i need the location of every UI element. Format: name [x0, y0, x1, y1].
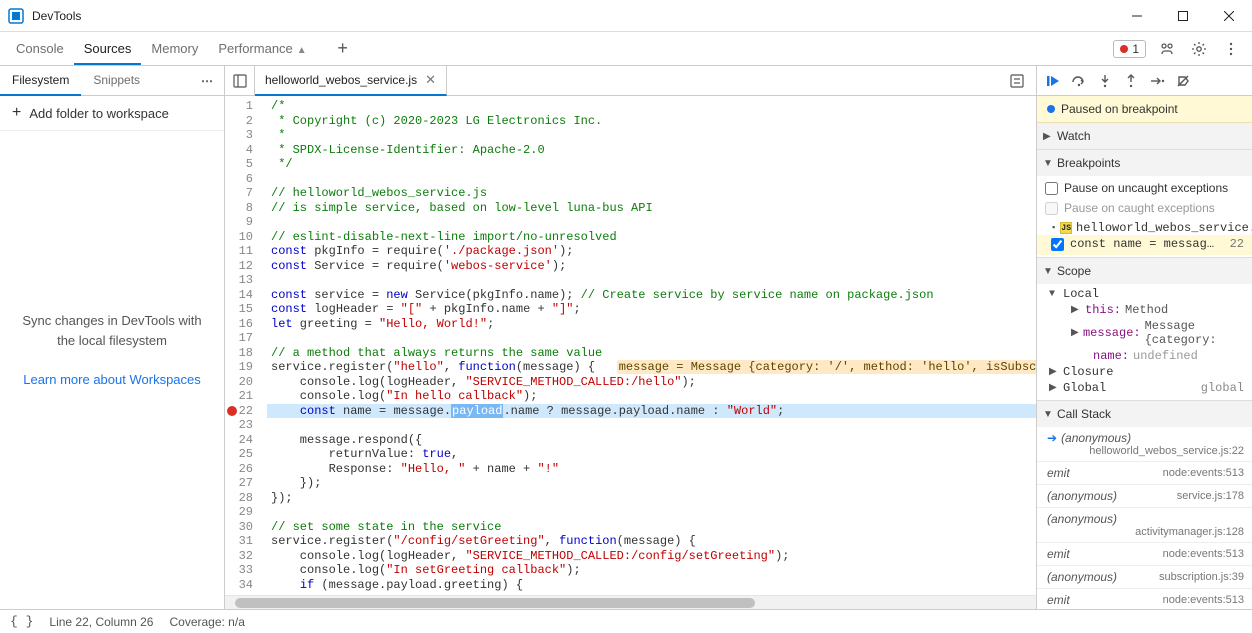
stack-frame[interactable]: (anonymous)service.js:178: [1037, 485, 1252, 508]
scope-name: name: undefined: [1089, 348, 1252, 364]
scope-section-header[interactable]: ▼ Scope: [1037, 258, 1252, 284]
step-over-button[interactable]: [1067, 69, 1091, 93]
add-folder-label: Add folder to workspace: [29, 106, 168, 121]
main-tabbar: ConsoleSourcesMemoryPerformance▲ + 1: [0, 32, 1252, 66]
scope-this[interactable]: ▶this: Method: [1067, 302, 1252, 318]
issues-badge[interactable]: 1: [1113, 40, 1146, 58]
activity-icon[interactable]: [1156, 38, 1178, 60]
chevron-right-icon: ▶: [1043, 131, 1053, 142]
tab-performance[interactable]: Performance▲: [208, 33, 316, 65]
debugger-controls: [1037, 66, 1252, 96]
deactivate-breakpoints-button[interactable]: [1171, 69, 1195, 93]
navigator-panel: FilesystemSnippets ⋯ + Add folder to wor…: [0, 66, 225, 609]
navigator-tabs: FilesystemSnippets ⋯: [0, 66, 224, 96]
breakpoint-file[interactable]: ▪ JS helloworld_webos_service....: [1037, 218, 1252, 235]
navigator-toggle-icon[interactable]: [225, 66, 255, 96]
scope-message[interactable]: ▶message: Message {category:: [1067, 318, 1252, 348]
tab-memory[interactable]: Memory: [141, 33, 208, 65]
pause-uncaught-checkbox[interactable]: Pause on uncaught exceptions: [1037, 178, 1252, 198]
stack-frame[interactable]: emitnode:events:513: [1037, 589, 1252, 609]
issue-count: 1: [1132, 42, 1139, 56]
titlebar: DevTools: [0, 0, 1252, 32]
stack-frame[interactable]: (anonymous)activitymanager.js:128: [1037, 508, 1252, 543]
chevron-down-icon: ▼: [1043, 158, 1053, 169]
breakpoint-checkbox[interactable]: [1051, 238, 1064, 251]
editor-panel: helloworld_webos_service.js ✕ 1234567891…: [225, 66, 1036, 609]
scope-global[interactable]: ▶Global global: [1045, 380, 1252, 396]
tab-sources[interactable]: Sources: [74, 33, 142, 65]
paused-dot-icon: [1047, 105, 1055, 113]
minimize-button[interactable]: [1114, 0, 1160, 32]
breakpoint-entry[interactable]: const name = messag… 22: [1037, 235, 1252, 255]
workspace-sync-message: Sync changes in DevTools with the local …: [0, 311, 224, 350]
breakpoints-section-header[interactable]: ▼ Breakpoints: [1037, 150, 1252, 176]
watch-section-header[interactable]: ▶ Watch: [1037, 123, 1252, 149]
navigator-more-icon[interactable]: ⋯: [191, 74, 224, 88]
pretty-print-icon[interactable]: { }: [10, 614, 33, 629]
pause-caught-checkbox[interactable]: Pause on caught exceptions: [1037, 198, 1252, 218]
paused-label: Paused on breakpoint: [1061, 102, 1178, 116]
navigator-tab-filesystem[interactable]: Filesystem: [0, 66, 81, 96]
js-file-icon: JS: [1060, 222, 1072, 234]
settings-icon[interactable]: [1188, 38, 1210, 60]
scope-closure[interactable]: ▶Closure: [1045, 364, 1252, 380]
breakpoint-marker-icon[interactable]: [227, 406, 237, 416]
add-panel-button[interactable]: +: [329, 35, 357, 63]
stack-frame[interactable]: emitnode:events:513: [1037, 462, 1252, 485]
debugger-panel: Paused on breakpoint ▶ Watch ▼ Breakpoin…: [1036, 66, 1252, 609]
chevron-down-icon: ▼: [1043, 266, 1053, 277]
window-title: DevTools: [32, 9, 1114, 23]
scrollbar-thumb[interactable]: [235, 598, 755, 608]
tab-console[interactable]: Console: [6, 33, 74, 65]
file-tab-close-icon[interactable]: ✕: [425, 72, 436, 88]
close-button[interactable]: [1206, 0, 1252, 32]
stack-frame[interactable]: ➔(anonymous)helloworld_webos_service.js:…: [1037, 427, 1252, 462]
file-tab-label: helloworld_webos_service.js: [265, 73, 417, 87]
plus-icon: +: [12, 104, 21, 122]
file-tab[interactable]: helloworld_webos_service.js ✕: [255, 66, 447, 96]
devtools-icon: [8, 8, 24, 24]
window-controls: [1114, 0, 1252, 32]
record-dot-icon: [1120, 45, 1128, 53]
horizontal-scrollbar[interactable]: [225, 595, 1036, 609]
stack-frame[interactable]: (anonymous)subscription.js:39: [1037, 566, 1252, 589]
step-button[interactable]: [1145, 69, 1169, 93]
editor-more-icon[interactable]: [1006, 70, 1028, 92]
maximize-button[interactable]: [1160, 0, 1206, 32]
code-editor[interactable]: 1234567891011121314151617181920212223242…: [225, 96, 1036, 595]
resume-button[interactable]: [1041, 69, 1065, 93]
step-into-button[interactable]: [1093, 69, 1117, 93]
learn-more-link[interactable]: Learn more about Workspaces: [0, 372, 224, 387]
cursor-position: Line 22, Column 26: [49, 615, 153, 629]
callstack-section-header[interactable]: ▼ Call Stack: [1037, 401, 1252, 427]
scope-local[interactable]: ▼Local: [1045, 286, 1252, 302]
step-out-button[interactable]: [1119, 69, 1143, 93]
statusbar: { } Line 22, Column 26 Coverage: n/a: [0, 609, 1252, 633]
navigator-tab-snippets[interactable]: Snippets: [81, 66, 152, 96]
add-folder-button[interactable]: + Add folder to workspace: [0, 96, 224, 131]
more-icon[interactable]: [1220, 38, 1242, 60]
paused-status: Paused on breakpoint: [1037, 96, 1252, 123]
coverage-status: Coverage: n/a: [169, 615, 244, 629]
chevron-down-icon: ▼: [1043, 409, 1053, 420]
stack-frame[interactable]: emitnode:events:513: [1037, 543, 1252, 566]
